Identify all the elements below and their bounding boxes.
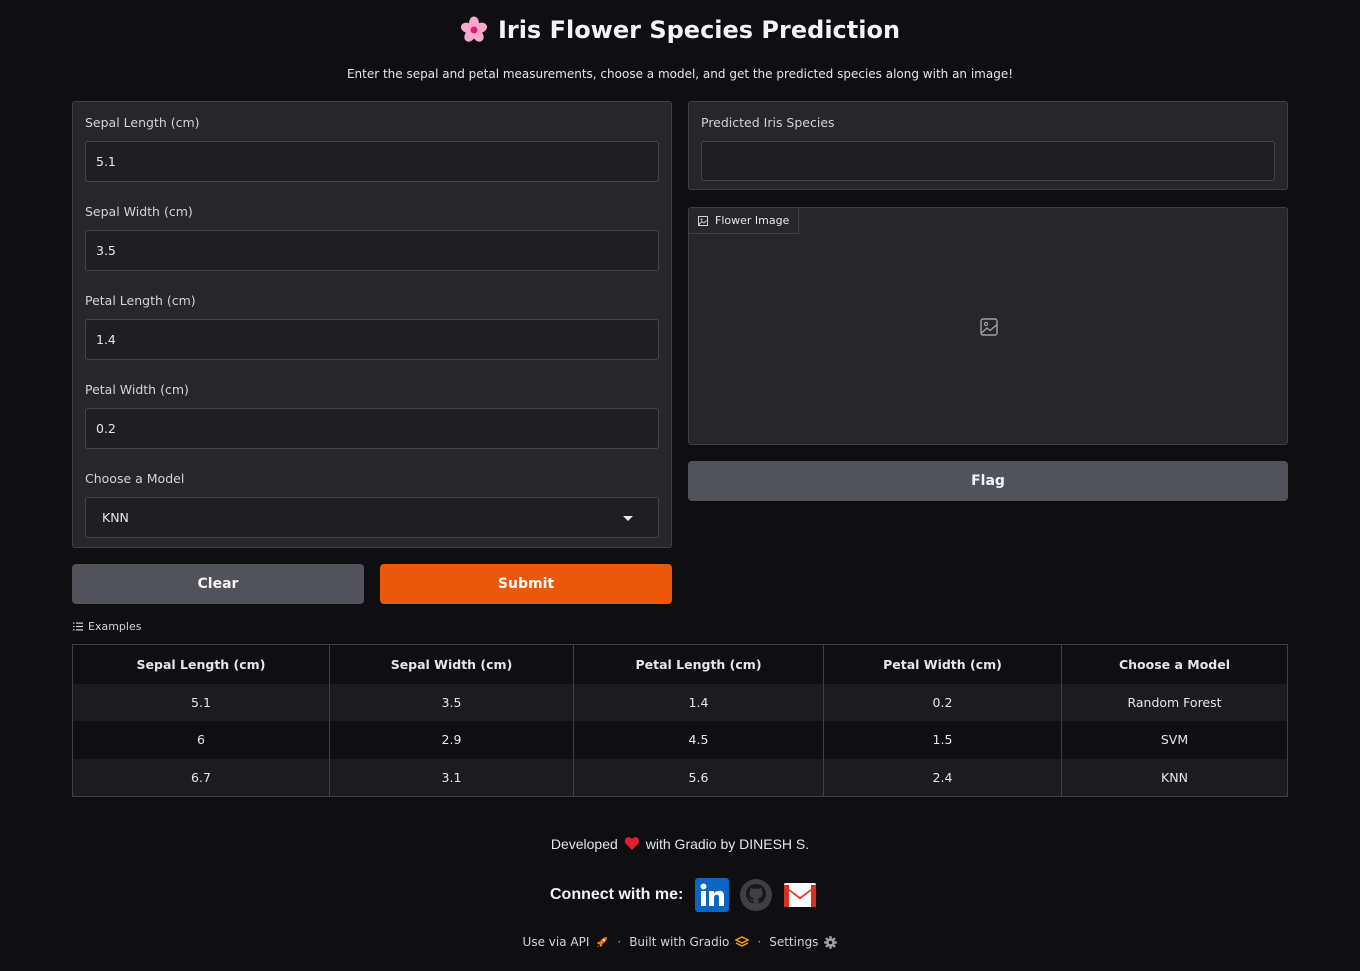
table-cell: 6 (72, 721, 330, 759)
table-cell: 1.5 (823, 721, 1062, 759)
flag-button[interactable]: Flag (688, 461, 1288, 501)
flower-image-panel: Flower Image (688, 207, 1288, 445)
table-cell: SVM (1061, 721, 1288, 759)
table-cell: 3.5 (329, 683, 574, 721)
submit-button[interactable]: Submit (380, 564, 672, 604)
developed-suffix: with Gradio by DINESH S. (645, 836, 810, 852)
separator: · (617, 935, 622, 949)
clear-button[interactable]: Clear (72, 564, 364, 604)
gmail-icon[interactable] (783, 878, 817, 912)
column-header: Petal Length (cm) (573, 644, 824, 684)
table-cell: Random Forest (1061, 683, 1288, 721)
cherry-blossom-icon (460, 16, 487, 42)
connect-row: Connect with me: (550, 878, 817, 912)
column-header: Petal Width (cm) (823, 644, 1062, 684)
use-api-link[interactable]: Use via API (523, 935, 610, 949)
model-label: Choose a Model (85, 471, 185, 486)
title-text: Iris Flower Species Prediction (497, 16, 901, 44)
chevron-down-icon[interactable] (623, 516, 633, 521)
table-cell: KNN (1061, 758, 1288, 796)
sepal-width-label: Sepal Width (cm) (85, 204, 193, 219)
settings-label: Settings (769, 935, 819, 949)
developer-credit: Developed with Gradio by DINESH S. (0, 836, 1360, 852)
table-row[interactable]: 5.1 3.5 1.4 0.2 Random Forest (72, 683, 1288, 721)
sepal-width-input[interactable]: 3.5 (85, 230, 659, 271)
petal-width-label: Petal Width (cm) (85, 382, 189, 397)
flower-image-tab: Flower Image (689, 208, 800, 234)
page-subtitle: Enter the sepal and petal measurements, … (346, 67, 1014, 81)
column-header: Choose a Model (1061, 644, 1288, 684)
list-icon (73, 622, 83, 631)
image-icon (698, 215, 708, 226)
settings-link[interactable]: Settings (769, 935, 838, 949)
prediction-label: Predicted Iris Species (701, 115, 835, 130)
sepal-length-label: Sepal Length (cm) (85, 115, 200, 130)
footer-links: Use via API · Built with Gradio · Settin… (0, 935, 1360, 949)
gradio-logo-icon (735, 936, 750, 947)
image-placeholder-icon (980, 318, 998, 336)
table-cell: 2.4 (823, 758, 1062, 796)
table-row[interactable]: 6 2.9 4.5 1.5 SVM (72, 721, 1288, 759)
model-selected-value: KNN (102, 510, 129, 525)
table-cell: 3.1 (329, 758, 574, 796)
separator: · (757, 935, 762, 949)
inputs-panel: Sepal Length (cm) 5.1 Sepal Width (cm) 3… (72, 101, 672, 548)
flower-image-label: Flower Image (715, 214, 790, 227)
use-api-label: Use via API (522, 935, 590, 949)
github-icon[interactable] (739, 878, 773, 912)
examples-table: Sepal Length (cm) Sepal Width (cm) Petal… (72, 644, 1288, 797)
table-cell: 2.9 (329, 721, 574, 759)
column-header: Sepal Width (cm) (329, 644, 574, 684)
linkedin-icon[interactable] (695, 878, 730, 912)
petal-width-input[interactable]: 0.2 (85, 408, 659, 449)
sepal-length-input[interactable]: 5.1 (85, 141, 659, 182)
prediction-panel: Predicted Iris Species (688, 101, 1288, 190)
gear-icon (824, 935, 838, 949)
table-cell: 0.2 (823, 683, 1062, 721)
rocket-icon (597, 937, 608, 947)
page-title: Iris Flower Species Prediction (0, 16, 1360, 44)
developed-prefix: Developed (550, 836, 618, 852)
petal-length-label: Petal Length (cm) (85, 293, 196, 308)
table-cell: 4.5 (573, 721, 824, 759)
connect-label: Connect with me: (550, 886, 684, 903)
table-row[interactable]: 6.7 3.1 5.6 2.4 KNN (72, 758, 1288, 796)
examples-label: Examples (88, 620, 142, 633)
table-cell: 1.4 (573, 683, 824, 721)
column-header: Sepal Length (cm) (72, 644, 330, 684)
examples-header: Examples (73, 620, 141, 633)
built-with-gradio-link[interactable]: Built with Gradio (629, 935, 750, 949)
heart-icon (624, 837, 639, 850)
model-dropdown[interactable]: KNN (85, 497, 659, 538)
petal-length-input[interactable]: 1.4 (85, 319, 659, 360)
prediction-output[interactable] (701, 141, 1275, 181)
table-cell: 5.6 (573, 758, 824, 796)
table-cell: 5.1 (72, 683, 330, 721)
examples-header-row: Sepal Length (cm) Sepal Width (cm) Petal… (72, 644, 1288, 684)
table-cell: 6.7 (72, 758, 330, 796)
built-with-label: Built with Gradio (629, 935, 730, 949)
